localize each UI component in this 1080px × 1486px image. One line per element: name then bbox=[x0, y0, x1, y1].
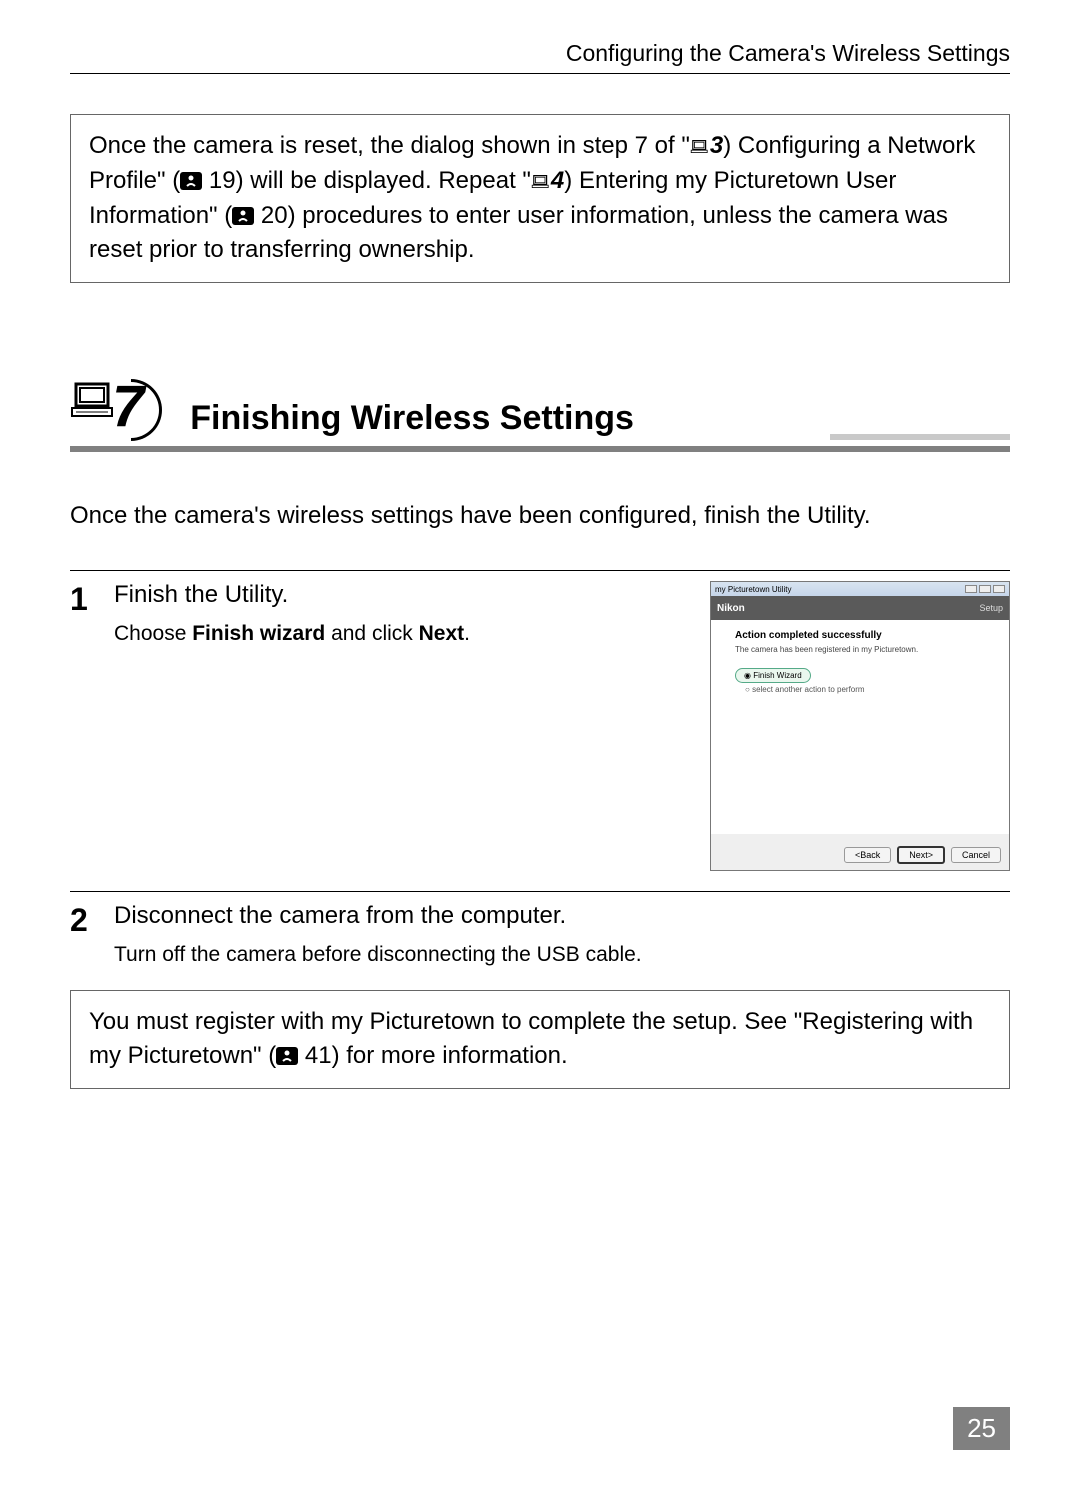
step-description: Choose Finish wizard and click Next. bbox=[114, 619, 690, 648]
cancel-button[interactable]: Cancel bbox=[951, 847, 1001, 863]
dialog-window-title: my Picturetown Utility bbox=[715, 585, 791, 594]
step-2: 2 Disconnect the camera from the compute… bbox=[70, 891, 1010, 969]
ref-4: 4 bbox=[551, 164, 564, 199]
note-text: 19) will be displayed. Repeat " bbox=[202, 167, 531, 194]
close-icon[interactable] bbox=[993, 585, 1005, 593]
step-number: 2 bbox=[70, 902, 114, 969]
manual-icon bbox=[180, 172, 202, 190]
dialog-subtext: The camera has been registered in my Pic… bbox=[735, 645, 985, 654]
manual-icon bbox=[276, 1047, 298, 1065]
dialog-brand: Nikon bbox=[717, 603, 745, 614]
page-number: 25 bbox=[953, 1407, 1010, 1450]
step-description: Turn off the camera before disconnecting… bbox=[114, 940, 1010, 969]
back-button[interactable]: <Back bbox=[844, 847, 891, 863]
radio-finish-wizard[interactable]: ◉ Finish Wizard bbox=[735, 668, 811, 683]
note-text: 41) for more information. bbox=[298, 1042, 567, 1069]
maximize-icon[interactable] bbox=[979, 585, 991, 593]
computer-icon-inline bbox=[690, 132, 710, 159]
computer-icon bbox=[70, 380, 118, 433]
manual-icon bbox=[232, 207, 254, 225]
step-1: 1 Finish the Utility. Choose Finish wiza… bbox=[70, 570, 1010, 871]
section-title: Finishing Wireless Settings bbox=[190, 399, 634, 440]
page-header: Configuring the Camera's Wireless Settin… bbox=[70, 40, 1010, 74]
dialog-heading: Action completed successfully bbox=[735, 630, 985, 641]
section-number: 7 bbox=[112, 373, 144, 440]
radio-another-action[interactable]: ○ select another action to perform bbox=[745, 685, 985, 694]
dialog-setup-label: Setup bbox=[979, 603, 1003, 613]
step-title: Disconnect the camera from the computer. bbox=[114, 902, 1010, 930]
window-controls bbox=[965, 585, 1005, 593]
section-intro: Once the camera's wireless settings have… bbox=[70, 502, 1010, 530]
note-box-reset: Once the camera is reset, the dialog sho… bbox=[70, 114, 1010, 283]
step-number: 1 bbox=[70, 581, 114, 871]
computer-icon-inline bbox=[531, 167, 551, 194]
step-title: Finish the Utility. bbox=[114, 581, 690, 609]
ref-3: 3 bbox=[710, 129, 723, 164]
note-text: Once the camera is reset, the dialog sho… bbox=[89, 132, 690, 159]
next-button[interactable]: Next> bbox=[897, 846, 945, 864]
dialog-screenshot: my Picturetown Utility Nikon Setup Actio… bbox=[710, 581, 1010, 871]
note-box-register: You must register with my Picturetown to… bbox=[70, 990, 1010, 1090]
minimize-icon[interactable] bbox=[965, 585, 977, 593]
section-heading: 7 Finishing Wireless Settings bbox=[70, 373, 1010, 452]
